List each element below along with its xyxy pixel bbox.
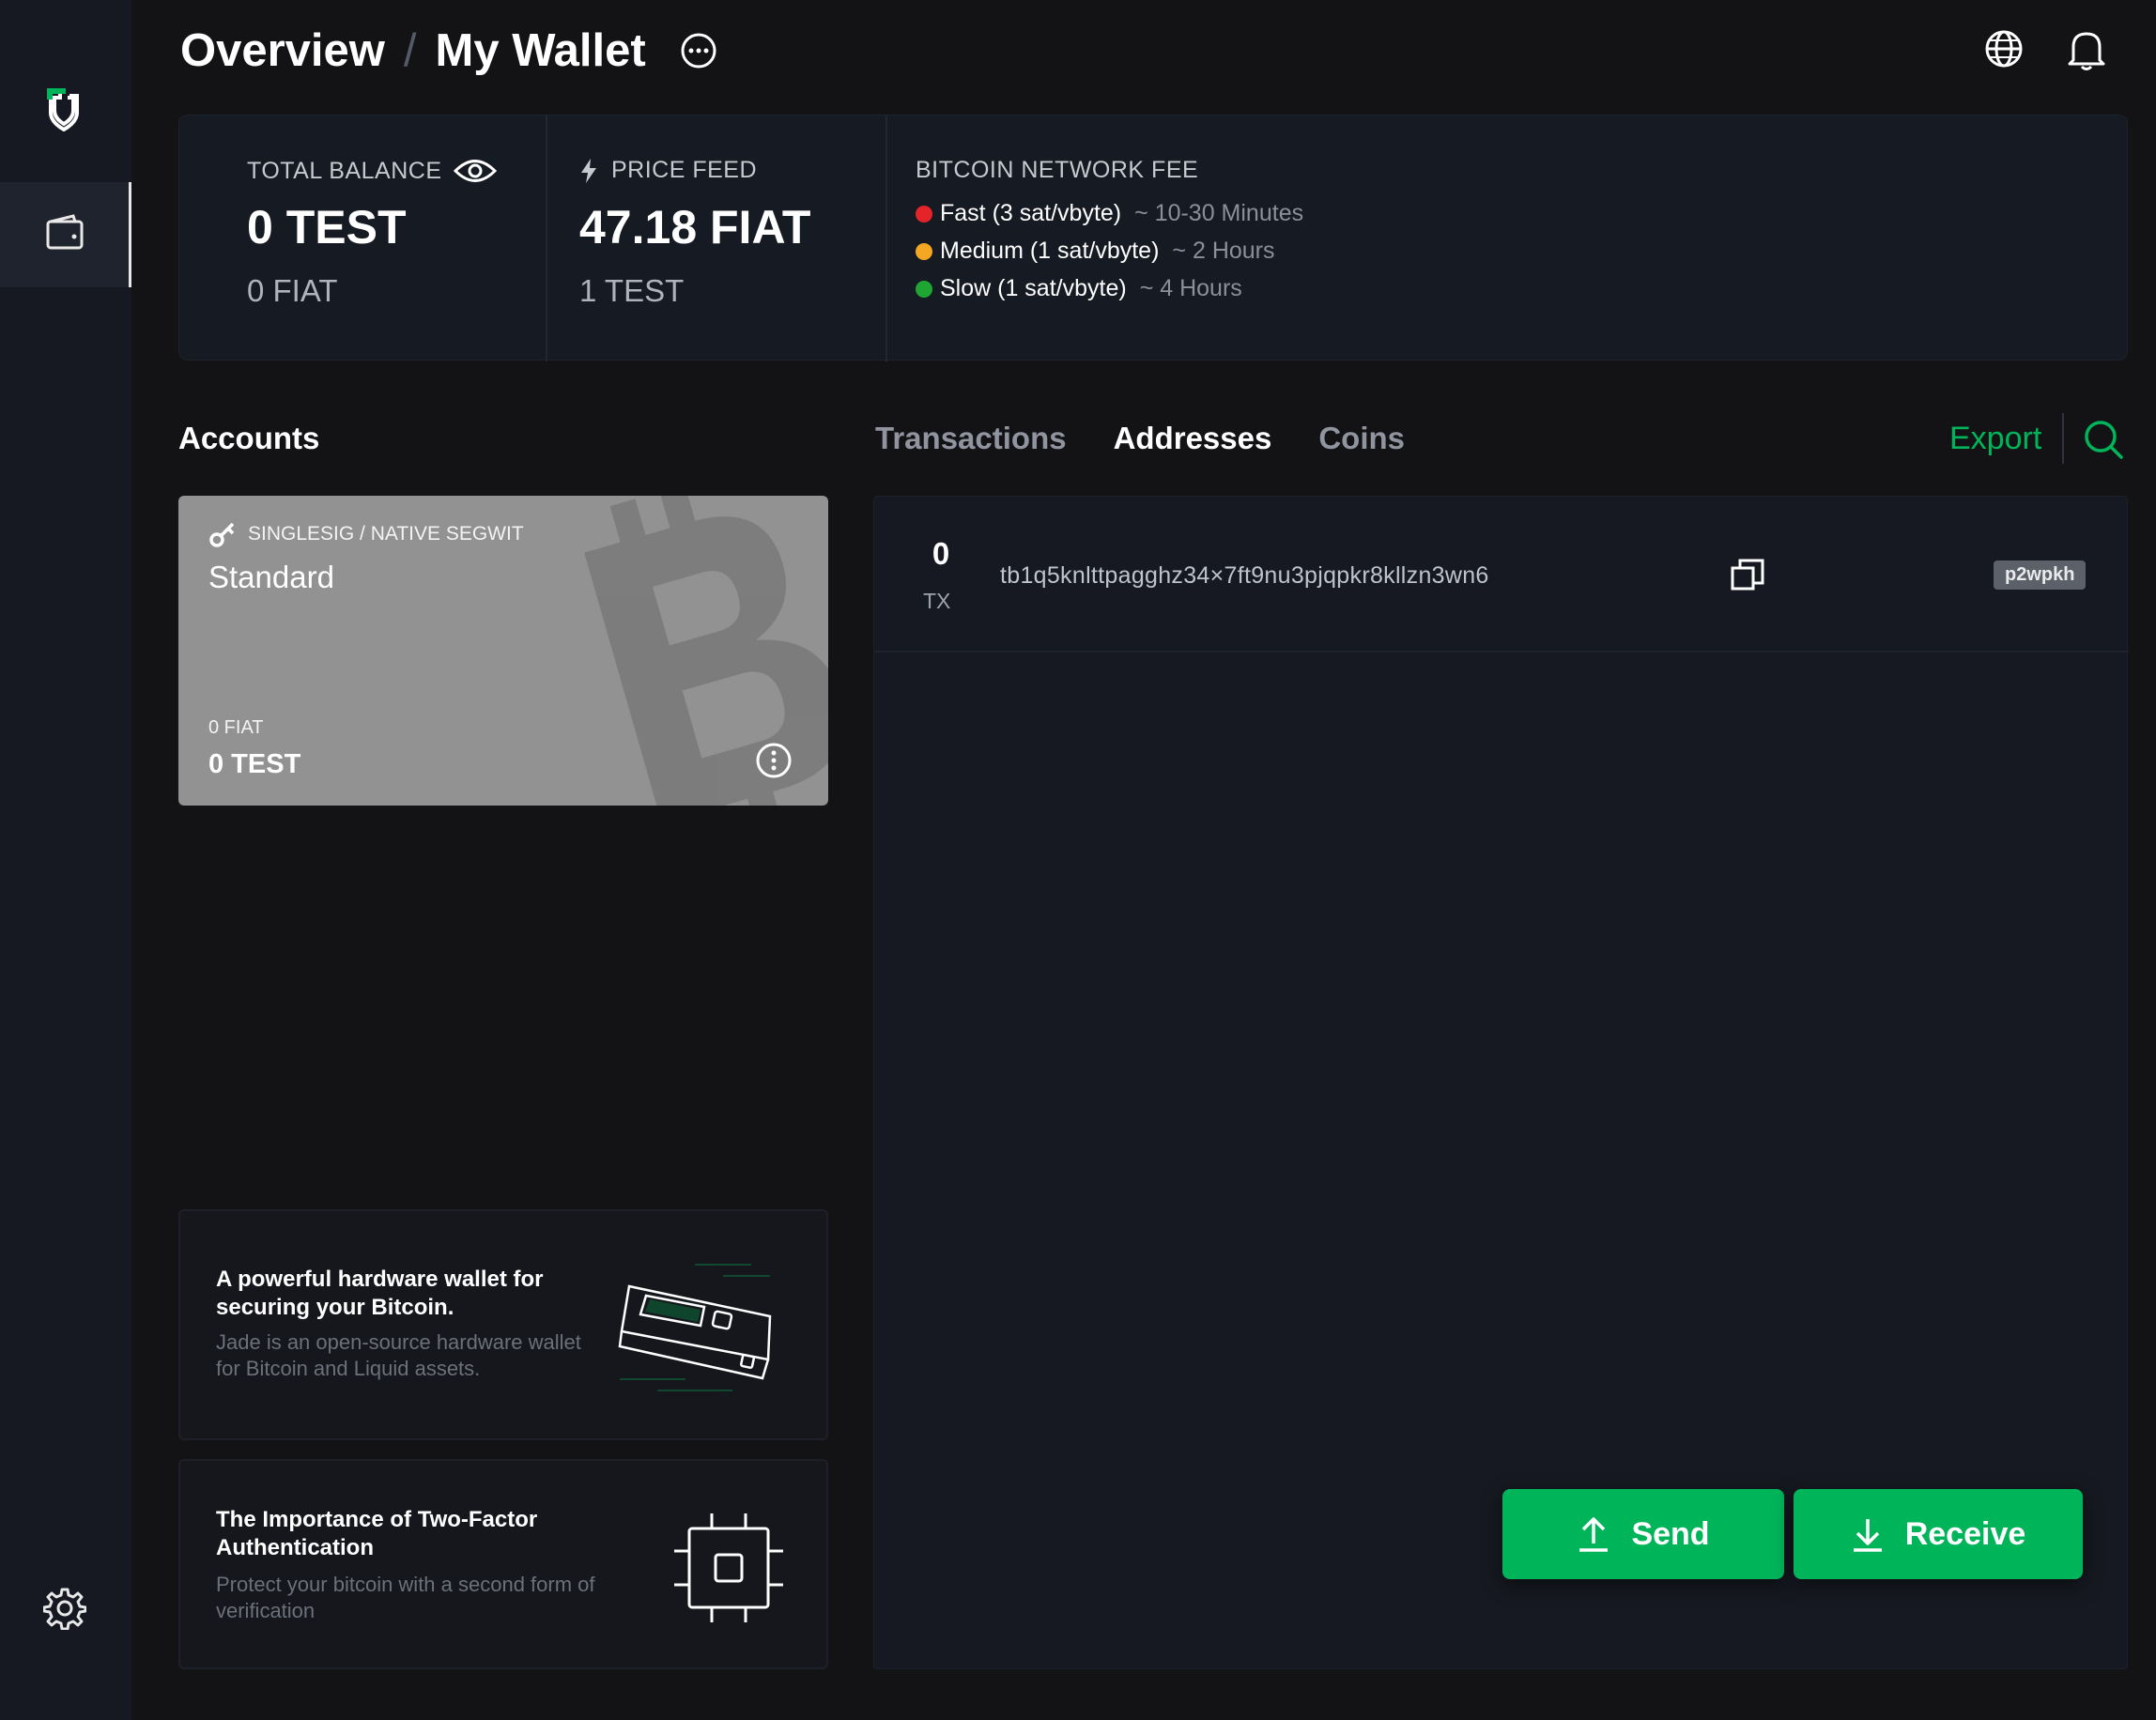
wallet-icon xyxy=(46,214,84,250)
green-shield-logo-icon[interactable] xyxy=(43,86,88,133)
tx-count: 0 xyxy=(932,536,950,571)
send-button[interactable]: Send xyxy=(1502,1489,1784,1579)
promo-card-jade[interactable]: A powerful hardware wallet for securing … xyxy=(178,1209,828,1440)
settings-gear-icon[interactable] xyxy=(42,1587,87,1635)
upload-arrow-icon xyxy=(1579,1517,1609,1552)
account-type-label: SINGLESIG / NATIVE SEGWIT xyxy=(248,523,524,545)
jade-device-icon xyxy=(618,1264,772,1391)
total-balance-fiat: 0 FIAT xyxy=(247,273,338,308)
tx-label: TX xyxy=(923,589,951,613)
network-fee-label: BITCOIN NETWORK FEE xyxy=(916,157,1199,183)
price-feed-value: 47.18 FIAT xyxy=(579,201,811,253)
account-card-standard[interactable]: SINGLESIG / NATIVE SEGWIT Standard 0 FIA… xyxy=(178,496,828,806)
wallet-summary-panel: TOTAL BALANCE 0 TEST 0 FIAT PRICE FEED 4… xyxy=(178,115,2128,361)
sidebar-item-wallet[interactable] xyxy=(0,182,131,287)
fee-dot-fast xyxy=(916,205,932,223)
kebab-menu-icon[interactable] xyxy=(755,742,793,784)
promo-description: Jade is an open-source hardware wallet f… xyxy=(216,1330,581,1380)
fee-time: ~ 4 Hours xyxy=(1139,275,1242,301)
fee-dot-medium xyxy=(916,242,932,260)
chip-icon xyxy=(674,1513,783,1622)
toolbar-divider xyxy=(2062,413,2064,464)
sidebar xyxy=(0,0,131,1720)
send-label: Send xyxy=(1631,1515,1710,1552)
key-icon xyxy=(209,522,235,547)
receive-label: Receive xyxy=(1904,1515,2026,1552)
address-type-badge: p2wpkh xyxy=(1994,561,2087,590)
fee-time: ~ 2 Hours xyxy=(1172,238,1275,264)
breadcrumb-separator: / xyxy=(403,25,417,76)
account-fiat-balance: 0 FIAT xyxy=(208,717,264,738)
price-feed-unit: 1 TEST xyxy=(579,273,685,308)
address-row[interactable]: 0 TX tb1q5knlttpagghz34×7ft9nu3pjqpkr8kl… xyxy=(874,497,2129,653)
network-fee-section: BITCOIN NETWORK FEE Fast (3 sat/vbyte) ~… xyxy=(887,115,2129,361)
fee-name: Fast (3 sat/vbyte) xyxy=(940,200,1122,226)
accounts-heading: Accounts xyxy=(178,421,320,455)
download-arrow-icon xyxy=(1853,1519,1882,1552)
fee-dot-slow xyxy=(916,280,932,298)
total-balance-section: TOTAL BALANCE 0 TEST 0 FIAT xyxy=(179,115,547,361)
tab-bar: Transactions Addresses Coins xyxy=(875,421,1405,456)
more-dots-icon[interactable] xyxy=(680,32,717,69)
price-feed-label: PRICE FEED xyxy=(611,157,758,183)
price-feed-section: PRICE FEED 47.18 FIAT 1 TEST xyxy=(547,115,887,361)
account-name: Standard xyxy=(208,560,334,594)
account-balance: 0 TEST xyxy=(208,749,301,779)
promo-description: Protect your bitcoin with a second form … xyxy=(216,1573,595,1622)
fee-time: ~ 10-30 Minutes xyxy=(1134,200,1304,226)
page-title: Overview xyxy=(180,25,385,76)
fee-row-slow: Slow (1 sat/vbyte) ~ 4 Hours xyxy=(916,275,1242,302)
export-button[interactable]: Export xyxy=(1949,421,2041,457)
promo-title: The Importance of Two-Factor Authenticat… xyxy=(216,1507,538,1560)
search-icon[interactable] xyxy=(2083,419,2124,465)
copy-icon[interactable] xyxy=(1729,557,1766,599)
lightning-icon xyxy=(581,158,596,183)
breadcrumb: Overview / My Wallet xyxy=(180,23,717,79)
globe-icon[interactable] xyxy=(1983,28,2025,74)
total-balance-label: TOTAL BALANCE xyxy=(247,157,442,184)
tab-addresses[interactable]: Addresses xyxy=(1114,421,1272,456)
wallet-name: My Wallet xyxy=(435,25,646,76)
fee-row-medium: Medium (1 sat/vbyte) ~ 2 Hours xyxy=(916,238,1275,265)
fee-row-fast: Fast (3 sat/vbyte) ~ 10-30 Minutes xyxy=(916,200,1303,227)
promo-card-2fa[interactable]: The Importance of Two-Factor Authenticat… xyxy=(178,1459,828,1669)
address-text: tb1q5knlttpagghz34×7ft9nu3pjqpkr8kllzn3w… xyxy=(1000,562,1489,589)
receive-button[interactable]: Receive xyxy=(1794,1489,2083,1579)
tab-transactions[interactable]: Transactions xyxy=(875,421,1067,456)
bell-icon[interactable] xyxy=(2066,28,2107,76)
fee-name: Slow (1 sat/vbyte) xyxy=(940,275,1127,301)
promo-title: A powerful hardware wallet for securing … xyxy=(216,1267,544,1320)
eye-icon[interactable] xyxy=(453,157,497,185)
total-balance-value: 0 TEST xyxy=(247,201,407,253)
fee-name: Medium (1 sat/vbyte) xyxy=(940,238,1160,264)
tab-coins[interactable]: Coins xyxy=(1318,421,1405,456)
